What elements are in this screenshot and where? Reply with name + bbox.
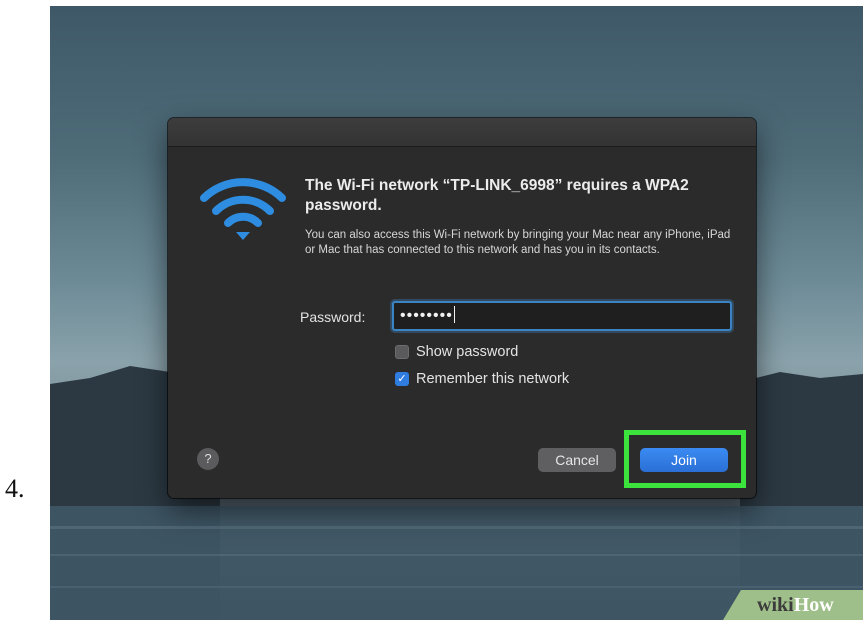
remember-network-option[interactable]: ✓ Remember this network: [395, 369, 569, 389]
page: 4. The Wi-Fi network “TP-LINK_6998” requ…: [0, 0, 863, 620]
remember-network-checkbox[interactable]: ✓: [395, 372, 409, 386]
question-mark-icon: ?: [204, 451, 212, 466]
wifi-icon: [200, 178, 286, 240]
dialog-titlebar: [168, 118, 756, 147]
help-button[interactable]: ?: [197, 448, 219, 470]
password-field[interactable]: ••••••••: [392, 301, 732, 331]
show-password-option[interactable]: Show password: [395, 342, 518, 362]
watermark-part-wiki: wiki: [757, 594, 794, 616]
join-button[interactable]: Join: [640, 448, 728, 472]
cancel-button[interactable]: Cancel: [538, 448, 616, 472]
remember-network-label: Remember this network: [416, 371, 570, 387]
watermark-part-how: How: [793, 594, 834, 616]
show-password-label: Show password: [416, 344, 519, 360]
dialog-message: You can also access this Wi-Fi network b…: [305, 229, 731, 256]
password-value: ••••••••: [400, 307, 453, 324]
password-label: Password:: [300, 309, 366, 325]
checkmark-icon: ✓: [397, 372, 407, 385]
step-number: 4.: [5, 474, 25, 503]
wikihow-watermark: wikiHow: [723, 590, 863, 620]
text-cursor: [453, 306, 455, 323]
dialog-heading: The Wi-Fi network “TP-LINK_6998” require…: [305, 177, 689, 214]
show-password-checkbox[interactable]: [395, 345, 409, 359]
